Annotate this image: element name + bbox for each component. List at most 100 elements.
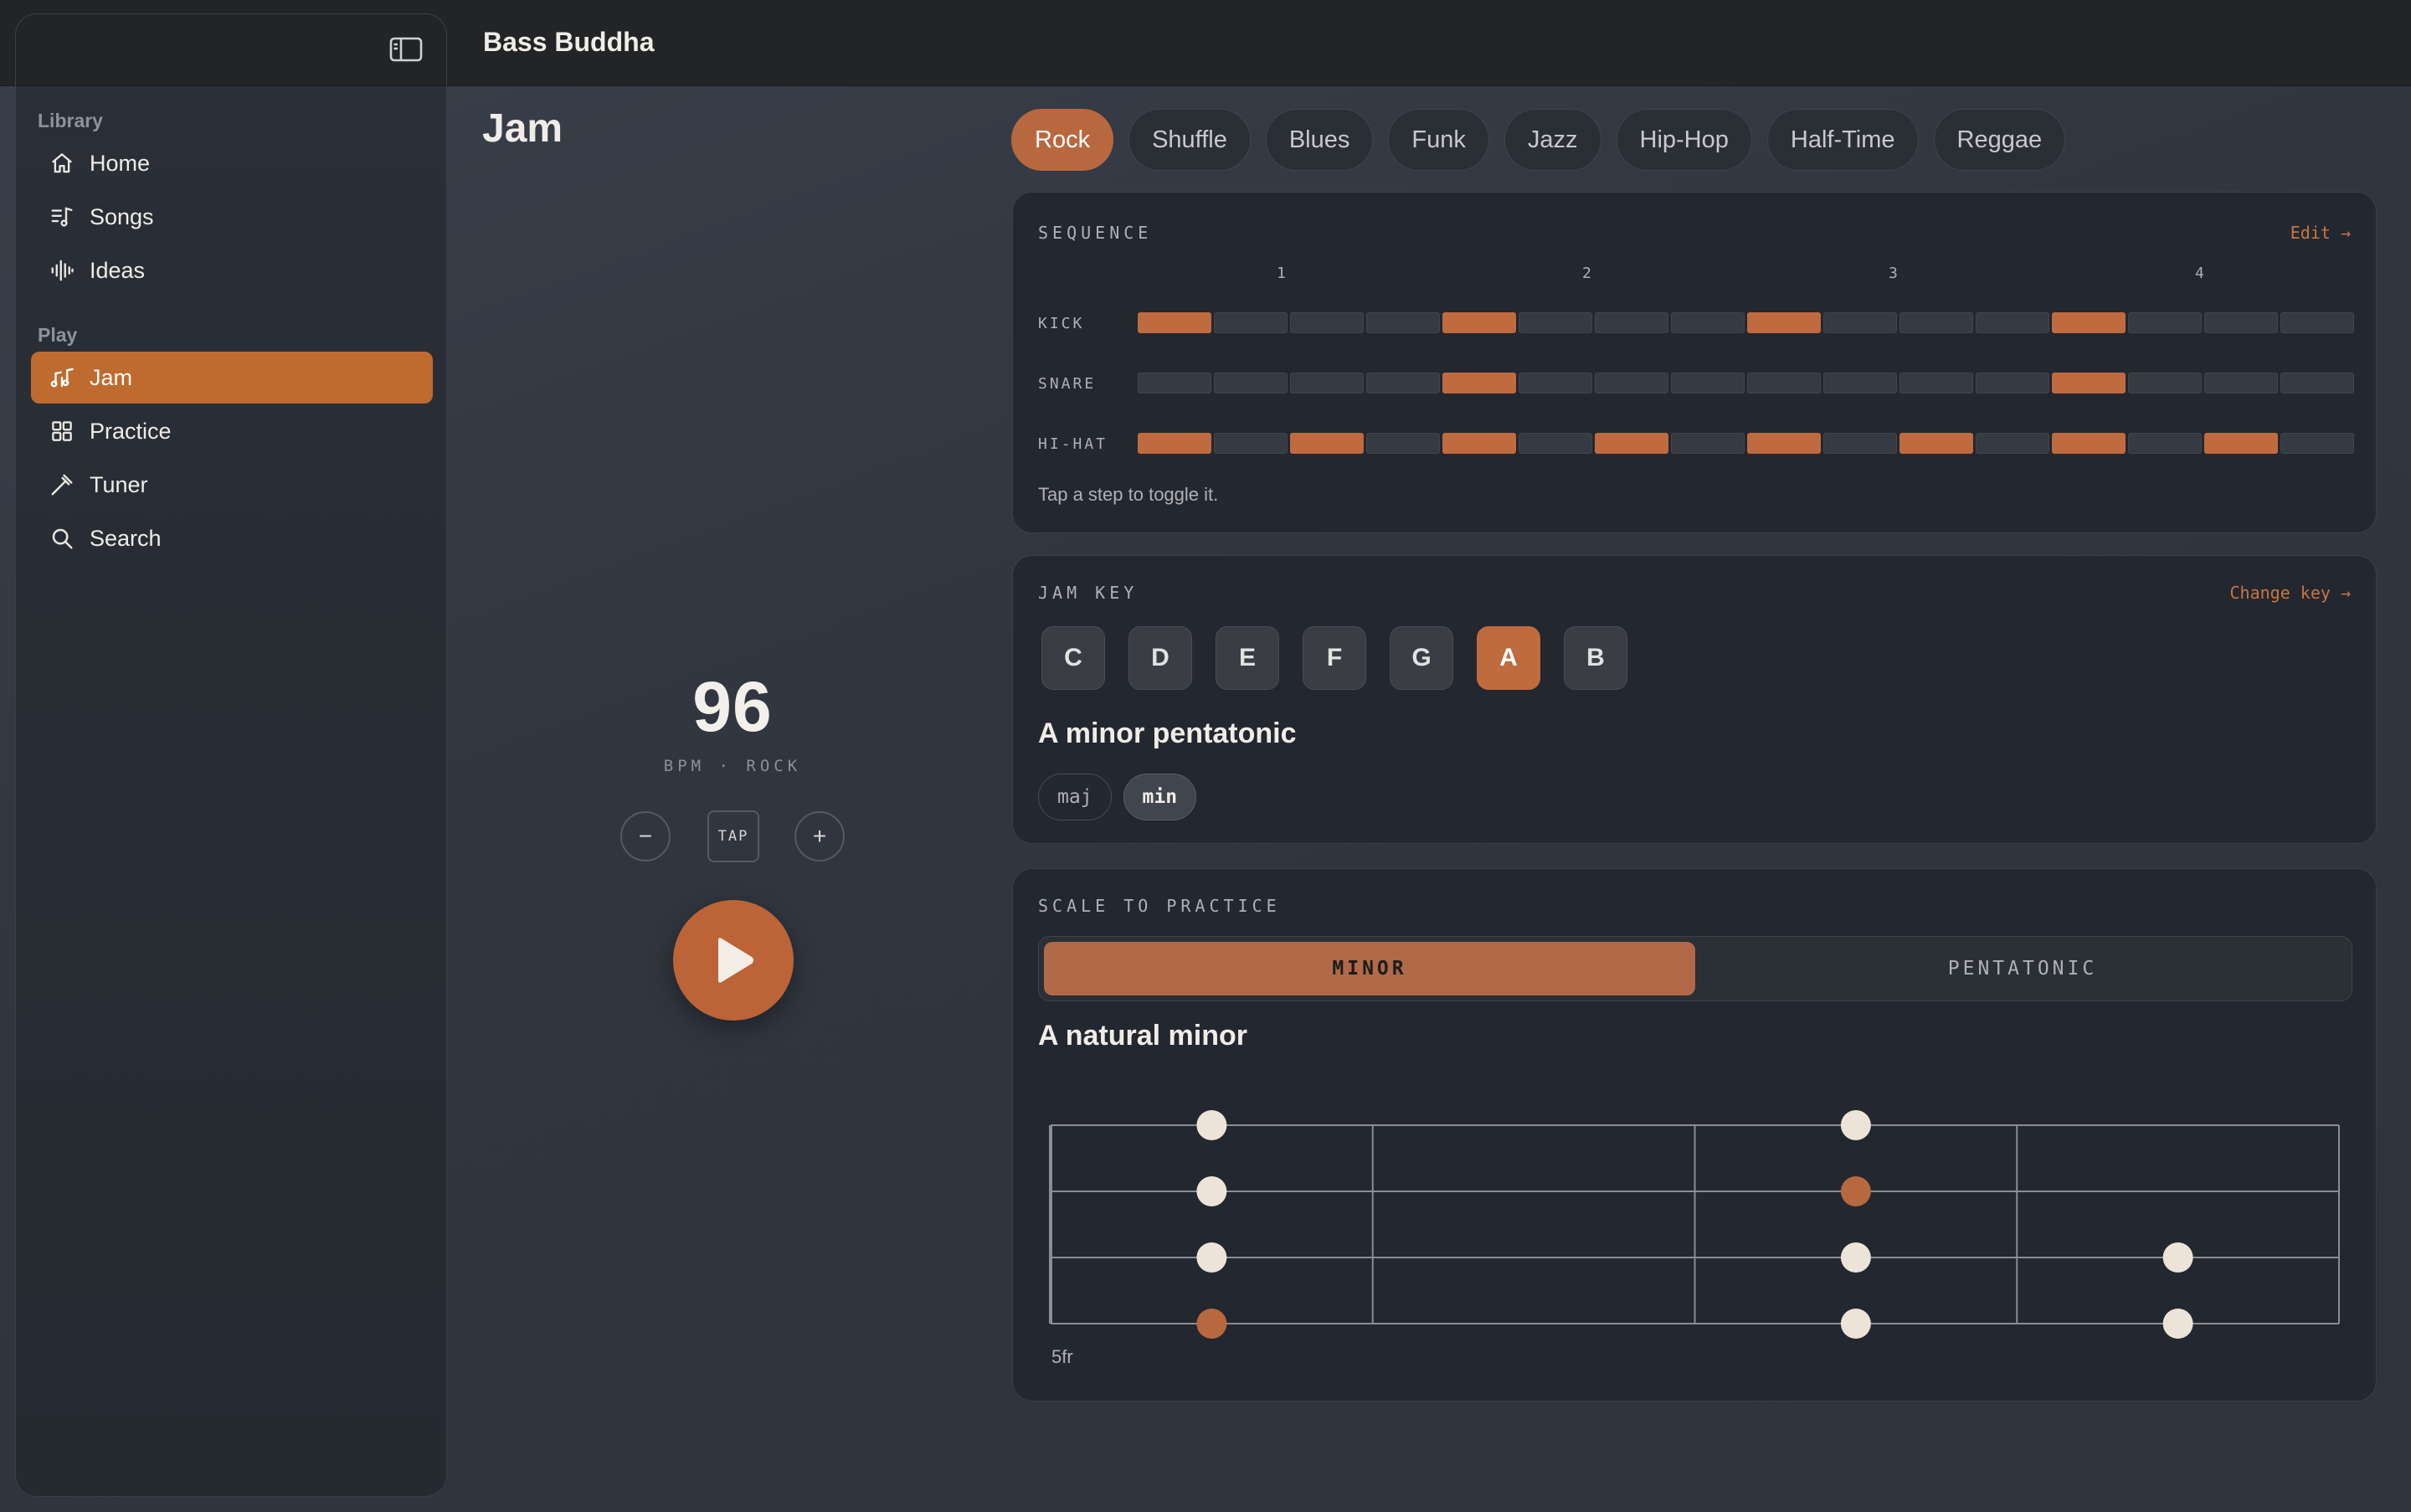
sequence-step[interactable] [1899,433,1973,454]
mode-pill-maj[interactable]: maj [1038,774,1112,820]
sidebar-item-tuner[interactable]: Tuner [31,459,433,511]
sequence-step[interactable] [1290,433,1364,454]
sequence-step[interactable] [1366,373,1440,393]
play-button[interactable] [673,900,794,1021]
mode-pill-min[interactable]: min [1123,774,1197,820]
key-button-g[interactable]: G [1390,626,1453,690]
sequence-step[interactable] [2052,373,2126,393]
sequence-step[interactable] [1138,433,1211,454]
sequence-step[interactable] [1214,312,1288,333]
sequence-step[interactable] [2128,312,2202,333]
sequence-step[interactable] [1442,433,1516,454]
sequence-step[interactable] [1671,373,1745,393]
sequence-step[interactable] [1595,312,1668,333]
tap-tempo-button[interactable]: TAP [707,810,759,862]
genre-pill-blues[interactable]: Blues [1265,109,1374,171]
scale-note-dot [1840,1110,1871,1140]
sequence-step[interactable] [1595,373,1668,393]
sequence-step[interactable] [1138,312,1211,333]
mode-selector: maj min [1038,774,1197,820]
sequence-step[interactable] [1747,433,1821,454]
key-button-d[interactable]: D [1128,626,1192,690]
sequence-step[interactable] [2052,433,2126,454]
genre-pill-hip-hop[interactable]: Hip-Hop [1616,109,1752,171]
sequence-step[interactable] [1899,373,1973,393]
sequence-step[interactable] [1519,373,1592,393]
sequence-step[interactable] [1823,433,1897,454]
sequence-card: SEQUENCE Edit → 1 2 3 4 KICK SNARE HI-HA… [1012,192,2377,533]
sequence-step[interactable] [2280,373,2354,393]
sequence-step[interactable] [1214,373,1288,393]
sequence-step[interactable] [1976,433,2049,454]
sidebar-section-play: Play [38,324,78,346]
genre-pill-half-time[interactable]: Half-Time [1766,109,1919,171]
fretboard-diagram [1049,1110,2340,1339]
tempo-increase-button[interactable]: + [794,811,845,861]
sequence-step[interactable] [1366,433,1440,454]
sequence-step[interactable] [2204,373,2278,393]
sidebar-item-jam[interactable]: Jam [31,352,433,404]
sequence-step[interactable] [1290,373,1364,393]
sidebar-toggle-button[interactable] [388,31,424,68]
sequence-step[interactable] [2128,373,2202,393]
change-key-link[interactable]: Change key → [2230,583,2352,603]
key-button-e[interactable]: E [1216,626,1279,690]
jam-key-label: JAM KEY [1038,583,1139,603]
sequence-step[interactable] [2280,312,2354,333]
sidebar-item-search[interactable]: Search [31,512,433,564]
home-icon [51,153,73,173]
sequence-row-snare [1138,373,2354,393]
sidebar-item-ideas[interactable]: Ideas [31,244,433,296]
sequence-step[interactable] [1519,312,1592,333]
sidebar-toggle-icon [389,37,423,62]
sequence-step[interactable] [1595,433,1668,454]
sequence-step[interactable] [1899,312,1973,333]
scale-note-dot [2162,1309,2193,1339]
sequence-edit-link[interactable]: Edit → [2290,223,2351,243]
sequence-step[interactable] [2204,433,2278,454]
sidebar-item-practice[interactable]: Practice [31,405,433,457]
genre-pill-jazz[interactable]: Jazz [1504,109,1601,171]
sequence-step[interactable] [1290,312,1364,333]
sequence-step[interactable] [1214,433,1288,454]
sidebar-item-home[interactable]: Home [31,137,433,189]
sidebar-item-label: Jam [90,364,133,390]
sequence-step[interactable] [1976,373,2049,393]
key-button-c[interactable]: C [1041,626,1105,690]
sequence-step[interactable] [2052,312,2126,333]
sequence-row-hi-hat [1138,433,2354,454]
sequence-step[interactable] [1747,373,1821,393]
play-icon [718,938,753,983]
genre-pill-shuffle[interactable]: Shuffle [1128,109,1251,171]
key-button-b[interactable]: B [1564,626,1627,690]
sequence-step[interactable] [2280,433,2354,454]
sidebar-item-songs[interactable]: Songs [31,191,433,243]
sequence-step[interactable] [1519,433,1592,454]
genre-pill-funk[interactable]: Funk [1388,109,1489,171]
sequence-step[interactable] [2204,312,2278,333]
sequence-step[interactable] [1823,373,1897,393]
sequence-step[interactable] [1671,312,1745,333]
sequence-step[interactable] [1823,312,1897,333]
genre-pill-reggae[interactable]: Reggae [1933,109,2066,171]
scale-note-dot [1196,1242,1227,1273]
key-button-f[interactable]: F [1303,626,1366,690]
sequence-step[interactable] [1671,433,1745,454]
sequence-step[interactable] [1366,312,1440,333]
beat-number: 4 [2195,265,2204,282]
bpm-subtitle: BPM · ROCK [663,757,802,775]
sequence-step[interactable] [1442,312,1516,333]
scale-note-dot [1196,1176,1227,1206]
sequence-step[interactable] [1747,312,1821,333]
sequence-step[interactable] [2128,433,2202,454]
genre-pill-rock[interactable]: Rock [1011,109,1114,171]
sequence-step[interactable] [1442,373,1516,393]
sequence-step[interactable] [1138,373,1211,393]
root-note-dot [1196,1309,1227,1339]
sequence-step[interactable] [1976,312,2049,333]
tempo-decrease-button[interactable]: − [620,811,671,861]
waveform-icon [51,260,74,281]
key-button-a[interactable]: A [1477,626,1540,690]
sidebar-item-label: Home [90,150,151,176]
music-notes-icon [50,368,74,388]
